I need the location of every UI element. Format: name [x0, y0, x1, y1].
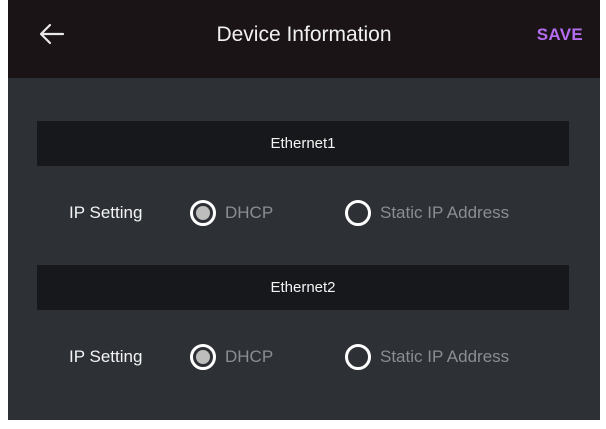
arrow-left-icon: [39, 23, 65, 45]
ip-setting-label: IP Setting: [69, 203, 143, 222]
static-ip-label: Static IP Address: [380, 347, 510, 366]
radio-checked-icon: [190, 344, 216, 370]
radio-checked-icon: [190, 200, 216, 226]
top-bar: Device Information SAVE: [8, 0, 600, 78]
static-ip-label: Static IP Address: [380, 203, 510, 222]
radio-unchecked-icon: [345, 344, 371, 370]
save-button[interactable]: SAVE: [537, 0, 583, 70]
dhcp-label: DHCP: [225, 203, 274, 222]
dhcp-label: DHCP: [225, 347, 274, 366]
page-title: Device Information: [216, 23, 392, 46]
device-info-screen: Device Information SAVE Ethernet1 IP Set…: [8, 0, 600, 420]
section-header-ethernet2: Ethernet2: [37, 265, 569, 310]
ip-setting-label: IP Setting: [69, 347, 143, 366]
ip-setting-row-ethernet1: IP Setting DHCP Static IP Address: [8, 198, 600, 228]
section-header-ethernet1: Ethernet1: [37, 121, 569, 166]
back-button[interactable]: [36, 20, 66, 48]
radio-unchecked-icon: [345, 200, 371, 226]
ip-setting-row-ethernet2: IP Setting DHCP Static IP Address: [8, 342, 600, 372]
